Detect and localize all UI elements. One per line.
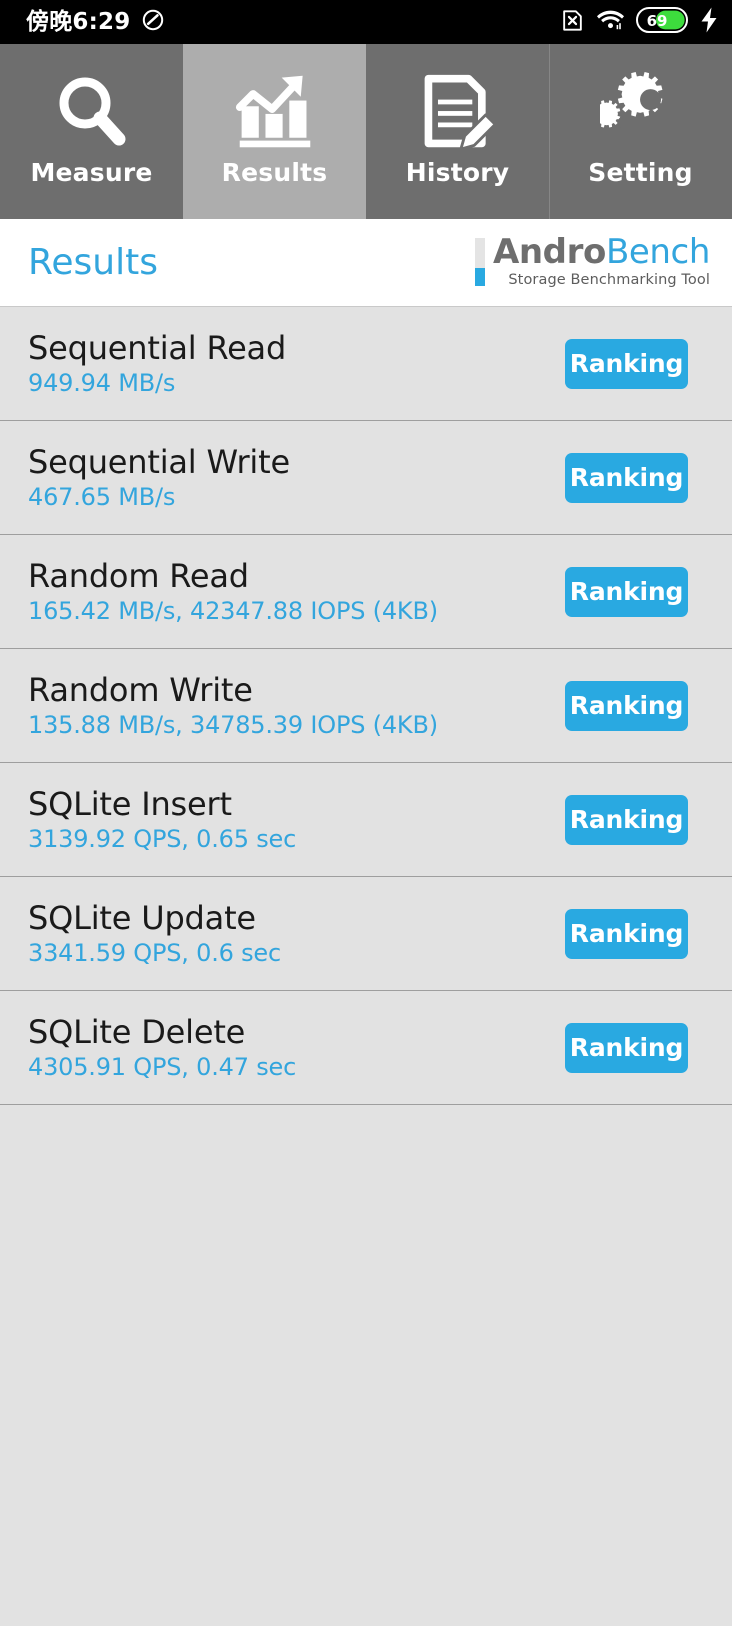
row-texts: SQLite Update 3341.59 QPS, 0.6 sec bbox=[28, 898, 281, 967]
ranking-button[interactable]: Ranking bbox=[565, 452, 688, 503]
document-pencil-icon bbox=[417, 70, 499, 154]
logo-subtitle: Storage Benchmarking Tool bbox=[508, 272, 710, 288]
no-sim-icon bbox=[560, 8, 585, 37]
benchmark-name: Sequential Read bbox=[28, 328, 287, 367]
battery-percent-label: 69 bbox=[647, 12, 668, 30]
table-row[interactable]: SQLite Delete 4305.91 QPS, 0.47 sec Rank… bbox=[0, 991, 732, 1105]
table-row[interactable]: SQLite Update 3341.59 QPS, 0.6 sec Ranki… bbox=[0, 877, 732, 991]
table-row[interactable]: Sequential Write 467.65 MB/s Ranking bbox=[0, 421, 732, 535]
do-not-disturb-icon bbox=[141, 8, 165, 36]
logo-andro: Andro bbox=[492, 232, 606, 272]
status-bar-left: 傍晚6:29 bbox=[26, 8, 165, 36]
logo-bench: Bench bbox=[605, 232, 710, 272]
tab-results-label: Results bbox=[221, 158, 328, 187]
results-list: Sequential Read 949.94 MB/s Ranking Sequ… bbox=[0, 307, 732, 1105]
benchmark-value: 3139.92 QPS, 0.65 sec bbox=[28, 824, 297, 853]
benchmark-value: 949.94 MB/s bbox=[28, 368, 176, 397]
table-row[interactable]: Random Read 165.42 MB/s, 42347.88 IOPS (… bbox=[0, 535, 732, 649]
tab-history-label: History bbox=[405, 158, 510, 187]
table-row[interactable]: SQLite Insert 3139.92 QPS, 0.65 sec Rank… bbox=[0, 763, 732, 877]
status-bar-clock: 傍晚6:29 bbox=[26, 8, 131, 35]
benchmark-value: 3341.59 QPS, 0.6 sec bbox=[28, 938, 281, 967]
row-texts: SQLite Delete 4305.91 QPS, 0.47 sec bbox=[28, 1012, 297, 1081]
row-texts: SQLite Insert 3139.92 QPS, 0.65 sec bbox=[28, 784, 297, 853]
row-texts: Sequential Write 467.65 MB/s bbox=[28, 442, 290, 511]
ranking-button[interactable]: Ranking bbox=[565, 566, 688, 617]
tab-setting-label: Setting bbox=[588, 158, 693, 187]
benchmark-name: SQLite Insert bbox=[28, 784, 232, 823]
benchmark-name: Random Write bbox=[28, 670, 253, 709]
benchmark-value: 467.65 MB/s bbox=[28, 482, 176, 511]
logo-bar-icon bbox=[474, 238, 485, 287]
logo-wordmark: AndroBench bbox=[493, 235, 710, 269]
benchmark-name: Random Read bbox=[28, 556, 249, 595]
table-row[interactable]: Sequential Read 949.94 MB/s Ranking bbox=[0, 307, 732, 421]
tab-measure[interactable]: Measure bbox=[0, 44, 183, 219]
row-texts: Random Write 135.88 MB/s, 34785.39 IOPS … bbox=[28, 670, 438, 739]
benchmark-value: 4305.91 QPS, 0.47 sec bbox=[28, 1052, 297, 1081]
wifi-icon bbox=[597, 8, 624, 36]
row-texts: Sequential Read 949.94 MB/s bbox=[28, 328, 287, 397]
tab-setting[interactable]: Setting bbox=[549, 44, 732, 219]
benchmark-name: SQLite Update bbox=[28, 898, 256, 937]
tab-measure-label: Measure bbox=[30, 158, 153, 187]
battery-indicator: 69 bbox=[636, 7, 688, 37]
benchmark-value: 135.88 MB/s, 34785.39 IOPS (4KB) bbox=[28, 710, 438, 739]
benchmark-name: SQLite Delete bbox=[28, 1012, 246, 1051]
ranking-button[interactable]: Ranking bbox=[565, 680, 688, 731]
table-row[interactable]: Random Write 135.88 MB/s, 34785.39 IOPS … bbox=[0, 649, 732, 763]
ranking-button[interactable]: Ranking bbox=[565, 1022, 688, 1073]
phone-screen: 傍晚6:29 69 Measure Results History Settin… bbox=[0, 0, 732, 1626]
ranking-button[interactable]: Ranking bbox=[565, 908, 688, 959]
search-icon bbox=[51, 70, 133, 154]
bar-chart-icon bbox=[234, 70, 316, 154]
ranking-button[interactable]: Ranking bbox=[565, 338, 688, 389]
status-bar: 傍晚6:29 69 bbox=[0, 0, 732, 44]
tab-results[interactable]: Results bbox=[183, 44, 366, 219]
benchmark-name: Sequential Write bbox=[28, 442, 290, 481]
benchmark-value: 165.42 MB/s, 42347.88 IOPS (4KB) bbox=[28, 596, 438, 625]
charging-bolt-icon bbox=[700, 7, 718, 37]
page-header: Results AndroBench Storage Benchmarking … bbox=[0, 219, 732, 307]
ranking-button[interactable]: Ranking bbox=[565, 794, 688, 845]
status-bar-right: 69 bbox=[560, 7, 718, 37]
main-tab-bar: Measure Results History Setting bbox=[0, 44, 732, 219]
androbench-logo: AndroBench Storage Benchmarking Tool bbox=[474, 235, 710, 290]
logo-text: AndroBench Storage Benchmarking Tool bbox=[493, 235, 710, 288]
tab-history[interactable]: History bbox=[366, 44, 549, 219]
row-texts: Random Read 165.42 MB/s, 42347.88 IOPS (… bbox=[28, 556, 438, 625]
page-title: Results bbox=[28, 241, 158, 283]
gears-icon bbox=[599, 70, 682, 154]
